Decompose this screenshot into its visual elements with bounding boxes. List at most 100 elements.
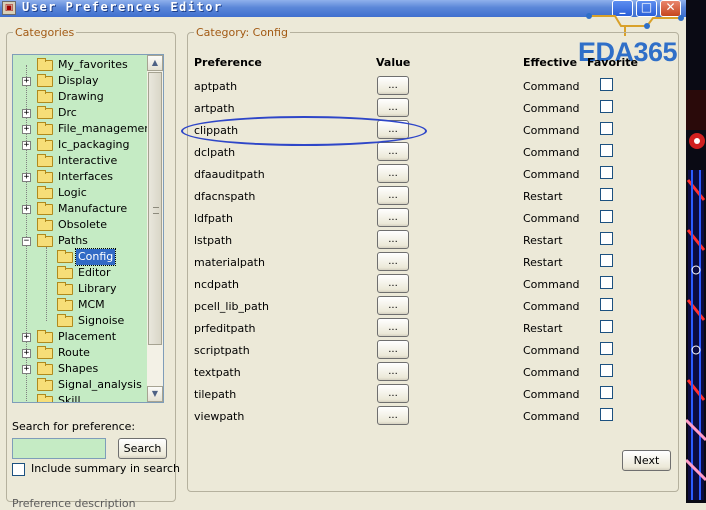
value-browse-button[interactable]: ... [377,362,409,381]
tree-item[interactable]: Signal_analysis [13,377,145,393]
effective-text: Command [523,168,580,181]
tree-item[interactable]: + Interfaces [13,169,145,185]
scroll-down-button[interactable]: ▼ [147,386,163,402]
effective-text: Restart [523,190,563,203]
expand-icon[interactable]: + [22,333,31,342]
tree-item[interactable]: Library [13,281,145,297]
favorite-checkbox[interactable] [600,78,613,91]
tree-item[interactable]: MCM [13,297,145,313]
tree-item[interactable]: + Manufacture [13,201,145,217]
folder-icon [37,74,53,87]
expand-icon[interactable]: + [22,77,31,86]
value-browse-button[interactable]: ... [377,76,409,95]
tree-item-label: My_favorites [58,58,128,71]
tree-scrollbar[interactable]: ▲ ▼ [147,55,163,402]
grip-icon [153,207,159,214]
favorite-checkbox[interactable] [600,254,613,267]
next-button[interactable]: Next [622,450,671,471]
preference-row: lstpath... Restart [194,230,624,252]
value-browse-button[interactable]: ... [377,98,409,117]
folder-icon [57,298,73,311]
expand-icon[interactable]: + [22,109,31,118]
tree-item[interactable]: + Placement [13,329,145,345]
scroll-thumb[interactable] [148,72,162,345]
preference-name: scriptpath [194,344,250,357]
favorite-checkbox[interactable] [600,320,613,333]
tree-item-label: MCM [78,298,105,311]
favorite-checkbox[interactable] [600,276,613,289]
value-browse-button[interactable]: ... [377,318,409,337]
folder-icon [37,106,53,119]
search-input[interactable] [12,438,106,459]
tree-item[interactable]: Editor [13,265,145,281]
collapse-icon[interactable]: − [22,237,31,246]
expand-icon[interactable]: + [22,365,31,374]
value-browse-button[interactable]: ... [377,186,409,205]
tree-item[interactable]: Interactive [13,153,145,169]
value-browse-button[interactable]: ... [377,208,409,227]
header-favorite: Favorite [587,56,638,69]
favorite-checkbox[interactable] [600,298,613,311]
effective-text: Command [523,212,580,225]
favorite-checkbox[interactable] [600,364,613,377]
favorite-checkbox[interactable] [600,342,613,355]
tree-item-label: Config [74,248,117,266]
tree-item[interactable]: + Shapes [13,361,145,377]
favorite-checkbox[interactable] [600,122,613,135]
tree-item-label: Placement [58,330,117,343]
tree-item[interactable]: Logic [13,185,145,201]
preference-row: pcell_lib_path... Command [194,296,624,318]
category-legend: Category: Config [194,26,290,39]
tree-item[interactable]: + Route [13,345,145,361]
value-browse-button[interactable]: ... [377,384,409,403]
effective-text: Command [523,344,580,357]
tree-item[interactable]: − Paths [13,233,145,249]
title-bar[interactable]: ▣ User Preferences Editor [0,0,686,17]
value-browse-button[interactable]: ... [377,296,409,315]
value-browse-button[interactable]: ... [377,142,409,161]
tree-item[interactable]: + Drc [13,105,145,121]
tree-item[interactable]: + Display [13,73,145,89]
tree-item[interactable]: My_favorites [13,57,145,73]
favorite-checkbox[interactable] [600,100,613,113]
preference-row: dfacnspath... Restart [194,186,624,208]
favorite-checkbox[interactable] [600,232,613,245]
favorite-checkbox[interactable] [600,144,613,157]
tree-item[interactable]: + Ic_packaging [13,137,145,153]
value-browse-button[interactable]: ... [377,252,409,271]
tree-item[interactable]: Obsolete [13,217,145,233]
favorite-checkbox[interactable] [600,210,613,223]
favorite-checkbox[interactable] [600,408,613,421]
tree-item[interactable]: Skill [13,393,145,402]
value-browse-button[interactable]: ... [377,274,409,293]
preference-name: lstpath [194,234,233,247]
value-browse-button[interactable]: ... [377,230,409,249]
expand-icon[interactable]: + [22,141,31,150]
tree-item[interactable]: + File_management [13,121,156,137]
tree-item[interactable]: Config [13,248,145,266]
arrow-up-icon: ▲ [151,58,159,67]
category-tree[interactable]: My_favorites + Display Drawing + Drc + File_man… [12,54,164,403]
value-browse-button[interactable]: ... [377,406,409,425]
expand-icon[interactable]: + [22,349,31,358]
tree-item-label: Interactive [58,154,118,167]
folder-icon [37,330,53,343]
preference-name: textpath [194,366,241,379]
scroll-up-button[interactable]: ▲ [147,55,163,71]
folder-icon [37,90,53,103]
effective-text: Restart [523,322,563,335]
value-browse-button[interactable]: ... [377,164,409,183]
tree-item[interactable]: Drawing [13,89,145,105]
favorite-checkbox[interactable] [600,386,613,399]
favorite-checkbox[interactable] [600,166,613,179]
expand-icon[interactable]: + [22,205,31,214]
expand-icon[interactable]: + [22,173,31,182]
app-icon[interactable]: ▣ [2,1,16,15]
tree-item[interactable]: Signoise [13,313,145,329]
preference-name: dclpath [194,146,236,159]
search-button[interactable]: Search [118,438,167,459]
include-summary-checkbox[interactable] [12,463,25,476]
value-browse-button[interactable]: ... [377,340,409,359]
expand-icon[interactable]: + [22,125,31,134]
favorite-checkbox[interactable] [600,188,613,201]
